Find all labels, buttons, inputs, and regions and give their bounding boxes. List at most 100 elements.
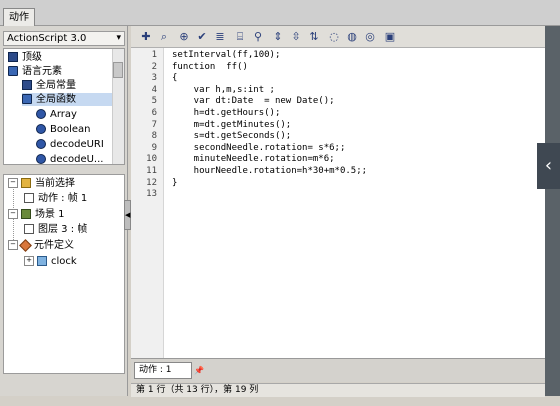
code-line[interactable]: minuteNeedle.rotation=m*6;: [172, 154, 335, 165]
frame-icon: [24, 193, 34, 203]
expand-icon[interactable]: ⇅: [307, 30, 321, 44]
line-number: 6: [151, 108, 157, 118]
collapse-icon[interactable]: −: [8, 178, 18, 188]
collapse-panel-handle[interactable]: ◀: [124, 200, 131, 230]
line-number: 5: [151, 96, 157, 107]
nav-scene-1[interactable]: − 场景 1: [8, 208, 65, 221]
line-number: 4: [151, 84, 157, 95]
tree-item-decodeuricomponent[interactable]: decodeU...: [36, 153, 104, 165]
book-open-icon: [8, 66, 18, 76]
tree-item-decodeuri[interactable]: decodeURI: [36, 138, 104, 151]
actionscript-version-select[interactable]: ActionScript 3.0 ▾: [3, 31, 125, 46]
nav-symbol-definitions[interactable]: − 元件定义: [8, 238, 74, 252]
comment-block-icon[interactable]: ◌: [327, 30, 341, 44]
format-icon[interactable]: ≣: [213, 30, 227, 44]
book-open-icon: [22, 94, 32, 104]
selection-icon: [21, 178, 31, 188]
tree-item-label: 顶级: [22, 52, 42, 63]
tree-item-label: Boolean: [50, 124, 91, 135]
line-number: 7: [151, 119, 157, 130]
code-line[interactable]: secondNeedle.rotation= s*6;;: [172, 143, 346, 154]
line-number: 8: [151, 131, 157, 142]
line-number: 10: [146, 154, 157, 165]
code-line[interactable]: s=dt.getSeconds();: [172, 131, 292, 142]
tree-item-top-level[interactable]: 顶级: [8, 51, 42, 64]
tree-item-global-constants[interactable]: 全局常量: [22, 79, 76, 92]
code-line[interactable]: m=dt.getMinutes();: [172, 120, 292, 131]
expand-icon[interactable]: +: [24, 256, 34, 266]
book-icon: [8, 52, 18, 62]
script-navigator-tree[interactable]: − 当前选择 动作 : 帧 1 − 场景 1 图层 3 : 帧 − 元件定义 + clo…: [3, 174, 125, 374]
tree-item-boolean[interactable]: Boolean: [36, 123, 91, 136]
collapse-icon[interactable]: −: [8, 209, 18, 219]
function-icon: [36, 124, 46, 134]
code-line[interactable]: }: [172, 178, 177, 189]
line-number: 12: [146, 177, 157, 188]
code-line[interactable]: function ff(): [172, 62, 248, 73]
code-line[interactable]: var h,m,s:int ;: [172, 85, 275, 96]
book-icon: [22, 80, 32, 90]
check-icon[interactable]: ✔: [195, 30, 209, 44]
collapse-selection-icon[interactable]: ⇳: [289, 30, 303, 44]
line-number: 13: [146, 189, 157, 200]
nav-clock[interactable]: + clock: [24, 255, 77, 268]
tree-item-language-elements[interactable]: 语言元素: [8, 65, 62, 78]
symbol-icon: [19, 238, 32, 252]
line-number: 9: [151, 142, 157, 153]
tree-item-label: 图层 3 : 帧: [38, 224, 88, 235]
toolbox-icon[interactable]: ▣: [383, 30, 397, 44]
tree-item-array[interactable]: Array: [36, 108, 77, 121]
scene-icon: [21, 209, 31, 219]
tree-item-label: Array: [50, 109, 77, 120]
code-hint-icon[interactable]: ⌸: [233, 30, 247, 44]
movieclip-icon: [37, 256, 47, 266]
nav-current-selection[interactable]: − 当前选择: [8, 177, 75, 190]
tree-item-label: 全局常量: [36, 80, 76, 91]
function-icon: [36, 109, 46, 119]
actionscript-version-label: ActionScript 3.0: [7, 33, 87, 44]
toolbox-scrollbar-thumb[interactable]: [113, 62, 123, 78]
line-number: 1: [151, 50, 157, 60]
tree-item-label: clock: [51, 256, 77, 267]
tab-actions[interactable]: 动作: [3, 8, 35, 26]
code-line[interactable]: hourNeedle.rotation=h*30+m*0.5;;: [172, 166, 367, 177]
comment-line-icon[interactable]: ◍: [345, 30, 359, 44]
tree-item-global-functions[interactable]: 全局函数: [22, 93, 112, 106]
editor-tab-action-1[interactable]: 动作 : 1: [134, 362, 192, 379]
tree-item-label: decodeURI: [50, 139, 104, 150]
nav-action-frame-1[interactable]: 动作 : 帧 1: [24, 192, 87, 205]
panel-tab-strip: [0, 0, 560, 26]
code-line[interactable]: var dt:Date = new Date();: [172, 96, 335, 107]
line-number: 3: [151, 73, 157, 84]
tree-item-label: 动作 : 帧 1: [38, 193, 88, 204]
uncomment-icon[interactable]: ◎: [363, 30, 377, 44]
frame-icon: [24, 224, 34, 234]
pin-script-icon[interactable]: 📌: [194, 366, 204, 375]
status-bar: 第 1 行（共 13 行），第 19 列: [131, 383, 545, 397]
target-icon[interactable]: ⊕: [177, 30, 191, 44]
function-icon: [36, 154, 46, 164]
code-line[interactable]: setInterval(ff,100);: [172, 50, 280, 61]
actions-toolbox-tree[interactable]: 顶级 语言元素 全局常量 全局函数 Array Boolean decodeUR…: [3, 48, 125, 165]
chevron-down-icon: ▾: [116, 33, 121, 43]
tree-item-label: 当前选择: [35, 178, 75, 189]
actions-toolbar: ✚ ⌕ ⊕ ✔ ≣ ⌸ ⚲ ⇕ ⇳ ⇅ ◌ ◍ ◎ ▣: [131, 26, 545, 48]
tree-item-label: decodeU...: [50, 154, 104, 165]
collapse-icon[interactable]: ⇕: [271, 30, 285, 44]
line-number: 11: [146, 166, 157, 176]
chevron-left-icon[interactable]: ‹: [537, 143, 560, 189]
line-number: 2: [151, 61, 157, 72]
tree-item-label: 语言元素: [22, 66, 62, 77]
search-icon[interactable]: ⌕: [157, 30, 171, 44]
function-icon: [36, 139, 46, 149]
tree-item-label: 元件定义: [34, 240, 74, 251]
code-line[interactable]: h=dt.getHours();: [172, 108, 281, 119]
right-edge-bar: [545, 26, 560, 396]
collapse-icon[interactable]: −: [8, 240, 18, 250]
tree-item-label: 场景 1: [35, 209, 65, 220]
add-icon[interactable]: ✚: [139, 30, 153, 44]
tree-item-label: 全局函数: [36, 94, 76, 105]
code-line[interactable]: {: [172, 73, 177, 84]
debug-icon[interactable]: ⚲: [251, 30, 265, 44]
nav-layer-3-frame[interactable]: 图层 3 : 帧: [24, 223, 87, 236]
